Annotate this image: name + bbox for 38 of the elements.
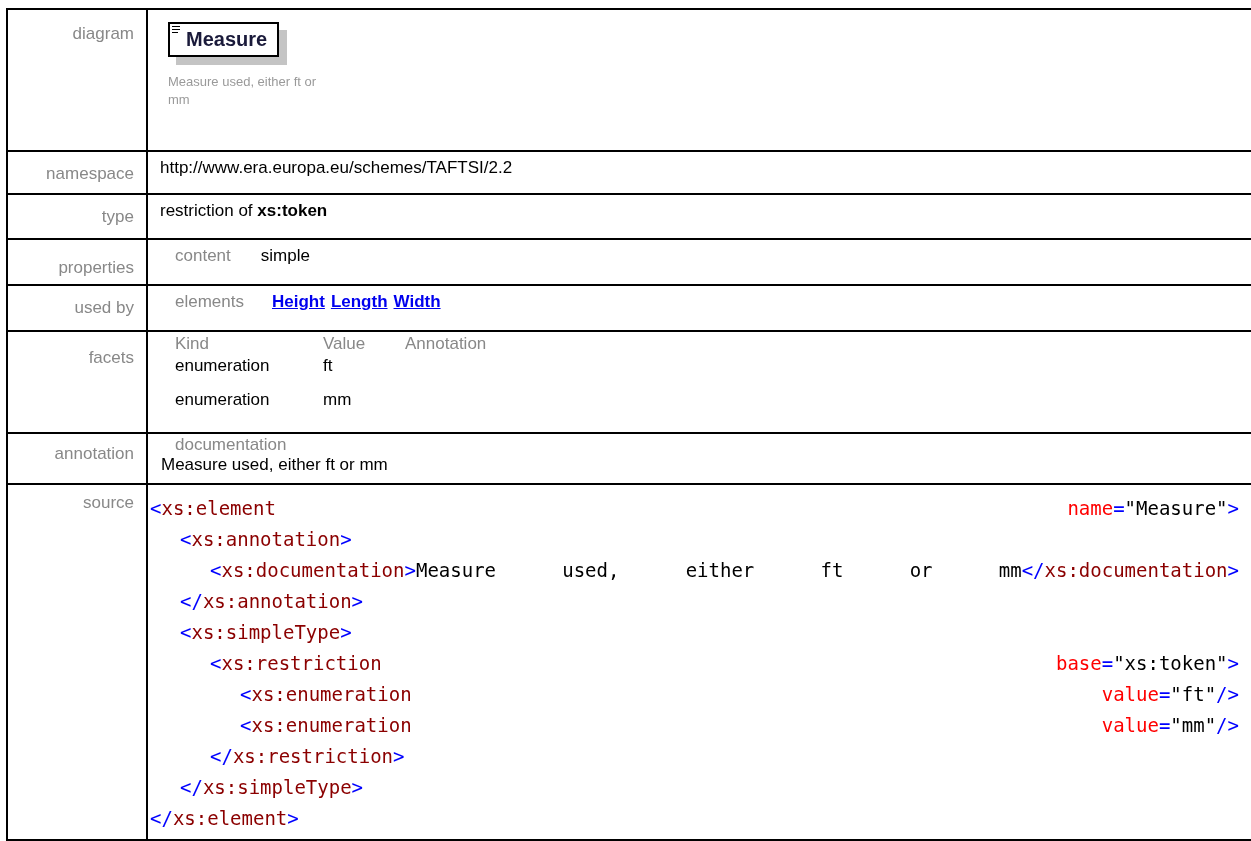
type-text: restriction of xs:token (160, 201, 328, 220)
code-line: </xs:restriction> (209, 744, 406, 769)
documentation-label: documentation (175, 435, 287, 454)
code-line: <xs:enumeration value="mm"/> (239, 713, 1239, 738)
code-line: </xs:element> (150, 806, 300, 831)
lines-icon (172, 26, 180, 33)
property-name: content (175, 246, 231, 266)
row-label: diagram (8, 10, 148, 150)
code-line: <xs:simpleType> (179, 620, 353, 645)
row-label: annotation (8, 434, 148, 483)
code-line: <xs:documentation>Measure used, either ft or mm</xs:documentation> (209, 558, 1239, 583)
code-line: <xs:enumeration value="ft"/> (239, 682, 1239, 707)
code-line: <xs:annotation> (179, 527, 353, 552)
row-label: properties (8, 240, 148, 284)
code-line: <xs:restriction base="xs:token"> (209, 651, 1239, 676)
used-by-label: elements (175, 292, 244, 312)
namespace-url: http://www.era.europa.eu/schemes/TAFTSI/2.2 (160, 158, 513, 177)
row-label: used by (8, 286, 148, 330)
row-label: source (8, 485, 148, 839)
table-cell-text: enumeration (175, 356, 271, 376)
row-label: facets (8, 332, 148, 432)
element-link[interactable]: Length (330, 292, 388, 312)
table-cell-text: enumeration (175, 389, 271, 410)
code-line: </xs:annotation> (179, 589, 365, 614)
table-cell-text: mm (323, 389, 353, 410)
property-value: simple (260, 246, 310, 266)
element-caption: Measure used, either ft or mm (168, 73, 318, 109)
table-cell-text: ft (323, 356, 334, 376)
row-label: namespace (8, 152, 148, 193)
code-line: <xs:element name="Measure"> (150, 496, 1239, 521)
column-header: Value (323, 334, 367, 354)
element-link[interactable]: Width (393, 292, 441, 312)
element-link[interactable]: Height (272, 292, 325, 312)
column-header: Annotation (405, 334, 488, 354)
column-header: Kind (175, 334, 211, 354)
documentation-text: Measure used, either ft or mm (161, 455, 388, 474)
code-line: </xs:simpleType> (179, 775, 365, 800)
row-label: type (8, 195, 148, 238)
